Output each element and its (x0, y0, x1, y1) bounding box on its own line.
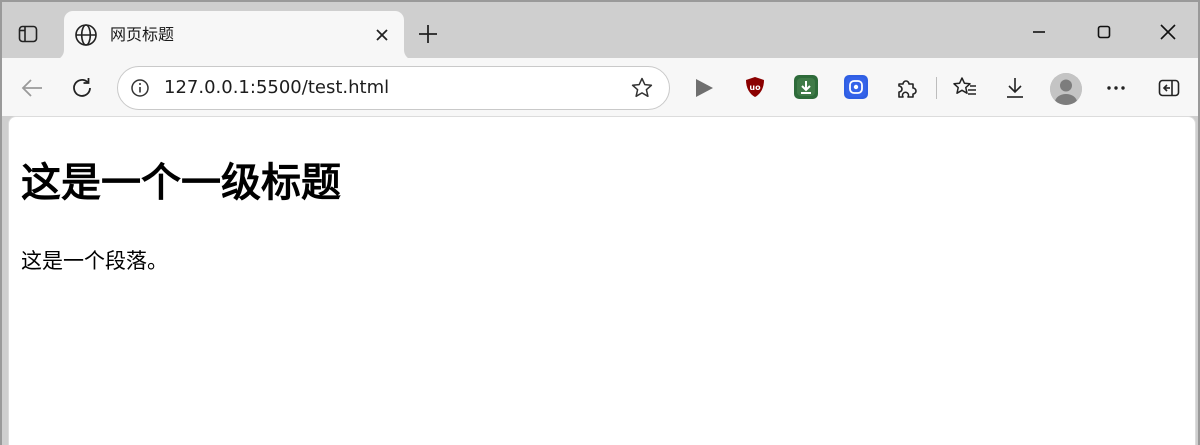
site-info-icon[interactable] (130, 78, 150, 98)
close-window-icon[interactable] (1150, 16, 1186, 48)
page-viewport: 这是一个一级标题 这是一个段落。 (8, 116, 1196, 445)
reload-icon[interactable] (66, 72, 98, 104)
downloads-icon[interactable] (999, 72, 1031, 104)
svg-text:uo: uo (749, 83, 761, 92)
more-options-icon[interactable] (1100, 72, 1132, 104)
tab-strip: 网页标题 (2, 2, 1198, 60)
back-icon[interactable] (16, 72, 48, 104)
active-tab[interactable]: 网页标题 (64, 11, 404, 60)
ublock-shield-icon[interactable]: uo (743, 75, 767, 99)
download-manager-icon[interactable] (794, 75, 818, 99)
globe-icon (74, 23, 98, 47)
favorites-icon[interactable] (949, 72, 981, 104)
play-icon[interactable] (688, 72, 720, 104)
browser-toolbar: 127.0.0.1:5500/test.html uo (2, 58, 1198, 116)
minimize-icon[interactable] (1021, 16, 1057, 48)
url-text[interactable]: 127.0.0.1:5500/test.html (164, 77, 389, 99)
page-heading: 这是一个一级标题 (21, 160, 341, 206)
address-bar[interactable]: 127.0.0.1:5500/test.html (117, 66, 670, 110)
profile-avatar[interactable] (1050, 73, 1082, 105)
extensions-puzzle-icon[interactable] (891, 72, 923, 104)
toolbar-separator (936, 77, 937, 99)
tab-title: 网页标题 (110, 25, 175, 44)
favorite-star-icon[interactable] (630, 76, 654, 100)
new-tab-button[interactable] (414, 20, 442, 48)
screen-capture-icon[interactable] (844, 75, 868, 99)
maximize-icon[interactable] (1086, 16, 1122, 48)
page-paragraph: 这是一个段落。 (21, 249, 168, 273)
browser-window: 网页标题 127.0.0.1:5500/test.html uo 这是一个一级标… (0, 0, 1200, 445)
tab-actions-icon[interactable] (14, 20, 42, 48)
sidebar-toggle-icon[interactable] (1153, 72, 1185, 104)
close-tab-icon[interactable] (370, 23, 394, 47)
